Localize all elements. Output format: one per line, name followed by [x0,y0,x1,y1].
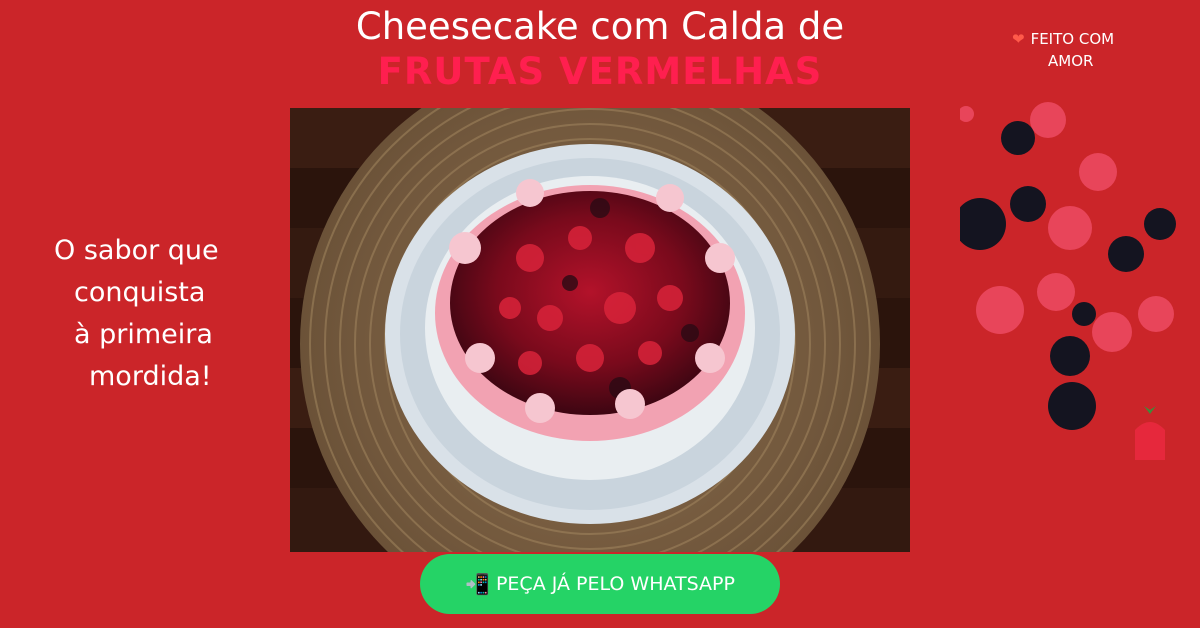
made-with-love-badge: ❤ FEITO COM AMOR [1012,28,1152,72]
slogan-line: conquista [74,277,206,308]
slogan-line: mordida! [89,361,212,392]
cheesecake-photo [290,108,910,552]
mobile-phone-arrow-icon: 📲 [465,572,490,596]
heart-icon: ❤ [1012,30,1025,48]
falling-berries-image [954,96,1180,460]
slogan: O sabor que conquista à primeira mordida… [30,230,260,398]
slogan-line: O sabor que [54,235,219,266]
whatsapp-order-button[interactable]: 📲 PEÇA JÁ PELO WHATSAPP [420,554,780,614]
slogan-line: à primeira [74,319,213,350]
badge-line2: AMOR [1048,52,1094,70]
whatsapp-order-label: PEÇA JÁ PELO WHATSAPP [495,573,735,595]
badge-line1: FEITO COM [1030,30,1115,48]
